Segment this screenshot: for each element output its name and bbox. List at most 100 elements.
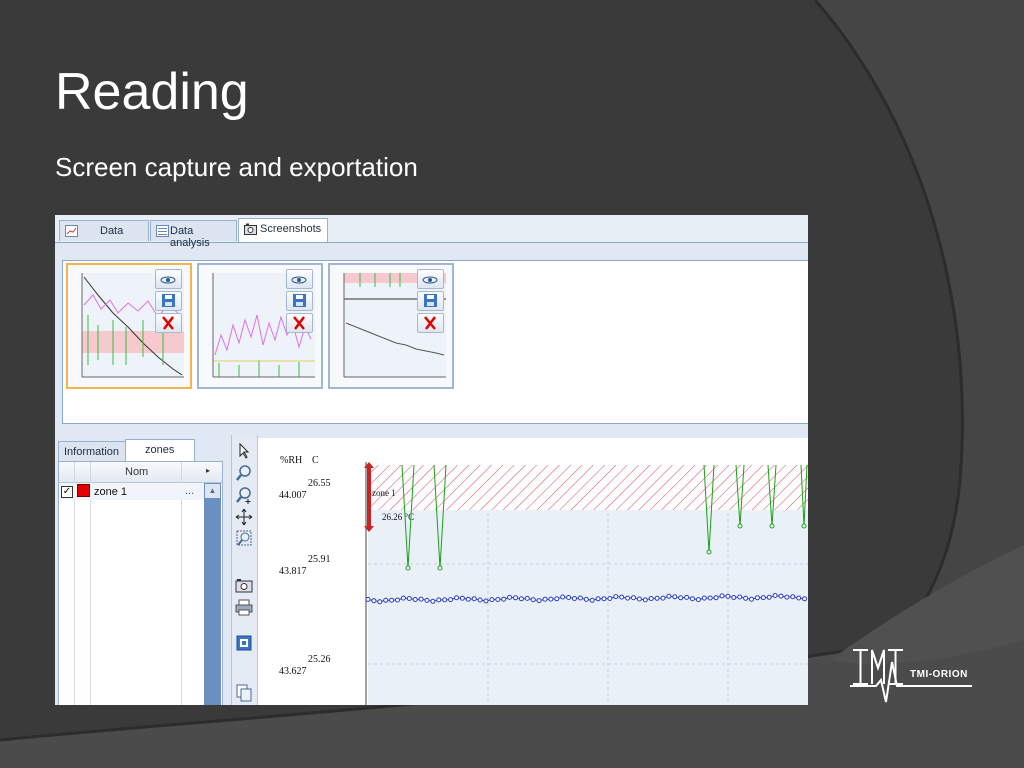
tab-data-analysis-label: Data analysis <box>170 225 210 249</box>
humidity-point <box>572 596 577 601</box>
humidity-point <box>389 597 395 603</box>
humidity-point <box>719 593 725 599</box>
save-icon <box>293 294 306 307</box>
chart-toolbar <box>231 435 258 705</box>
tab-information[interactable]: Information <box>58 441 126 461</box>
screenshot-thumbnail[interactable] <box>197 263 323 389</box>
tab-zones[interactable]: zones <box>125 439 195 461</box>
tab-data-label: Data <box>100 225 124 237</box>
analysis-icon <box>156 225 169 237</box>
humidity-point <box>737 594 743 600</box>
screenshot-thumbnail[interactable] <box>328 263 454 389</box>
humidity-point <box>631 595 636 601</box>
humidity-point <box>454 595 459 601</box>
view-button[interactable] <box>417 269 444 289</box>
humidity-point <box>524 595 530 601</box>
zoom-box-icon[interactable] <box>234 529 254 549</box>
humidity-point <box>377 599 383 605</box>
zone-more-button[interactable]: ... <box>185 485 194 497</box>
humidity-point <box>796 595 802 601</box>
humidity-point <box>802 596 808 602</box>
humidity-point <box>619 594 625 600</box>
humidity-point <box>400 595 406 601</box>
tab-information-label: Information <box>64 446 120 458</box>
humidity-point <box>542 596 548 602</box>
humidity-point <box>424 597 430 603</box>
humidity-point <box>365 596 371 602</box>
tab-data[interactable]: Data <box>59 220 149 241</box>
tab-screenshots[interactable]: Screenshots <box>238 218 328 242</box>
delete-icon <box>162 316 174 330</box>
humidity-point <box>471 596 477 602</box>
column-scroll-arrow-icon[interactable]: ▸ <box>206 466 210 475</box>
humidity-point <box>595 596 601 602</box>
save-button[interactable] <box>155 291 182 311</box>
zone-color-swatch[interactable] <box>77 484 90 497</box>
grid-scrollbar[interactable]: ▲ <box>204 483 221 705</box>
humidity-point <box>448 597 454 603</box>
delete-button[interactable] <box>417 313 444 333</box>
table-row[interactable]: ✓ zone 1 ... <box>59 483 204 500</box>
row-checkbox[interactable]: ✓ <box>61 486 73 498</box>
view-button[interactable] <box>286 269 313 289</box>
pan-icon[interactable] <box>234 507 254 527</box>
pointer-icon[interactable] <box>234 441 254 461</box>
tick-temp: 25.26 <box>308 654 331 665</box>
humidity-point <box>518 596 524 602</box>
delete-button[interactable] <box>155 313 182 333</box>
humidity-point <box>459 595 465 601</box>
chart-svg: %RH C 26.55 44.007 25.91 43.817 25.26 43… <box>279 455 808 705</box>
save-button[interactable] <box>286 291 313 311</box>
humidity-point <box>483 598 489 604</box>
delete-button[interactable] <box>286 313 313 333</box>
humidity-point <box>707 595 713 601</box>
humidity-point <box>489 597 495 603</box>
humidity-point <box>772 593 778 598</box>
tick-temp: 25.91 <box>308 554 331 565</box>
view-button[interactable] <box>155 269 182 289</box>
screenshot-icon[interactable] <box>234 575 254 595</box>
data-icon <box>65 225 78 237</box>
humidity-point <box>648 596 654 601</box>
humidity-point <box>713 595 719 601</box>
lower-section: Information zones Nom ▸ ✓ zone 1 ... ▲ %… <box>55 435 808 705</box>
humidity-point <box>695 597 701 603</box>
humidity-point <box>554 596 560 602</box>
tab-data-analysis[interactable]: Data analysis <box>150 220 237 249</box>
humidity-point <box>430 598 436 604</box>
humidity-point <box>465 596 471 602</box>
fit-icon[interactable] <box>234 633 254 653</box>
humidity-point <box>477 597 483 603</box>
scroll-up-icon[interactable]: ▲ <box>205 484 220 498</box>
humidity-point <box>725 593 731 599</box>
humidity-point <box>406 596 412 601</box>
humidity-point <box>766 594 772 600</box>
zone-name[interactable]: zone 1 <box>94 486 127 498</box>
zoom-in-icon[interactable] <box>234 485 254 505</box>
main-tab-bar: Data Data analysis Screenshots <box>55 215 808 249</box>
slide-title: Reading <box>55 63 249 121</box>
humidity-point <box>583 596 589 602</box>
temp-unit-label: C <box>312 455 319 466</box>
zoom-icon[interactable] <box>234 463 254 483</box>
print-icon[interactable] <box>234 597 254 617</box>
humidity-point <box>678 595 684 601</box>
grid-header: Nom ▸ <box>59 462 222 705</box>
humidity-point <box>731 595 737 600</box>
humidity-point <box>690 596 695 602</box>
view-eye-icon <box>422 276 438 284</box>
humidity-point <box>754 595 760 601</box>
screenshots-panel <box>62 260 808 424</box>
humidity-point <box>395 597 400 603</box>
humidity-point <box>412 597 418 602</box>
delete-icon <box>424 316 436 330</box>
chart-area[interactable]: %RH C 26.55 44.007 25.91 43.817 25.26 43… <box>258 438 808 705</box>
column-header-name[interactable]: Nom <box>125 466 148 478</box>
brand-name: TMI-ORION <box>910 669 968 680</box>
save-button[interactable] <box>417 291 444 311</box>
humidity-point <box>749 596 754 602</box>
copy-icon[interactable] <box>234 683 254 703</box>
slide-subtitle: Screen capture and exportation <box>55 152 418 182</box>
screenshot-thumbnail[interactable] <box>66 263 192 389</box>
humidity-point <box>684 594 690 600</box>
